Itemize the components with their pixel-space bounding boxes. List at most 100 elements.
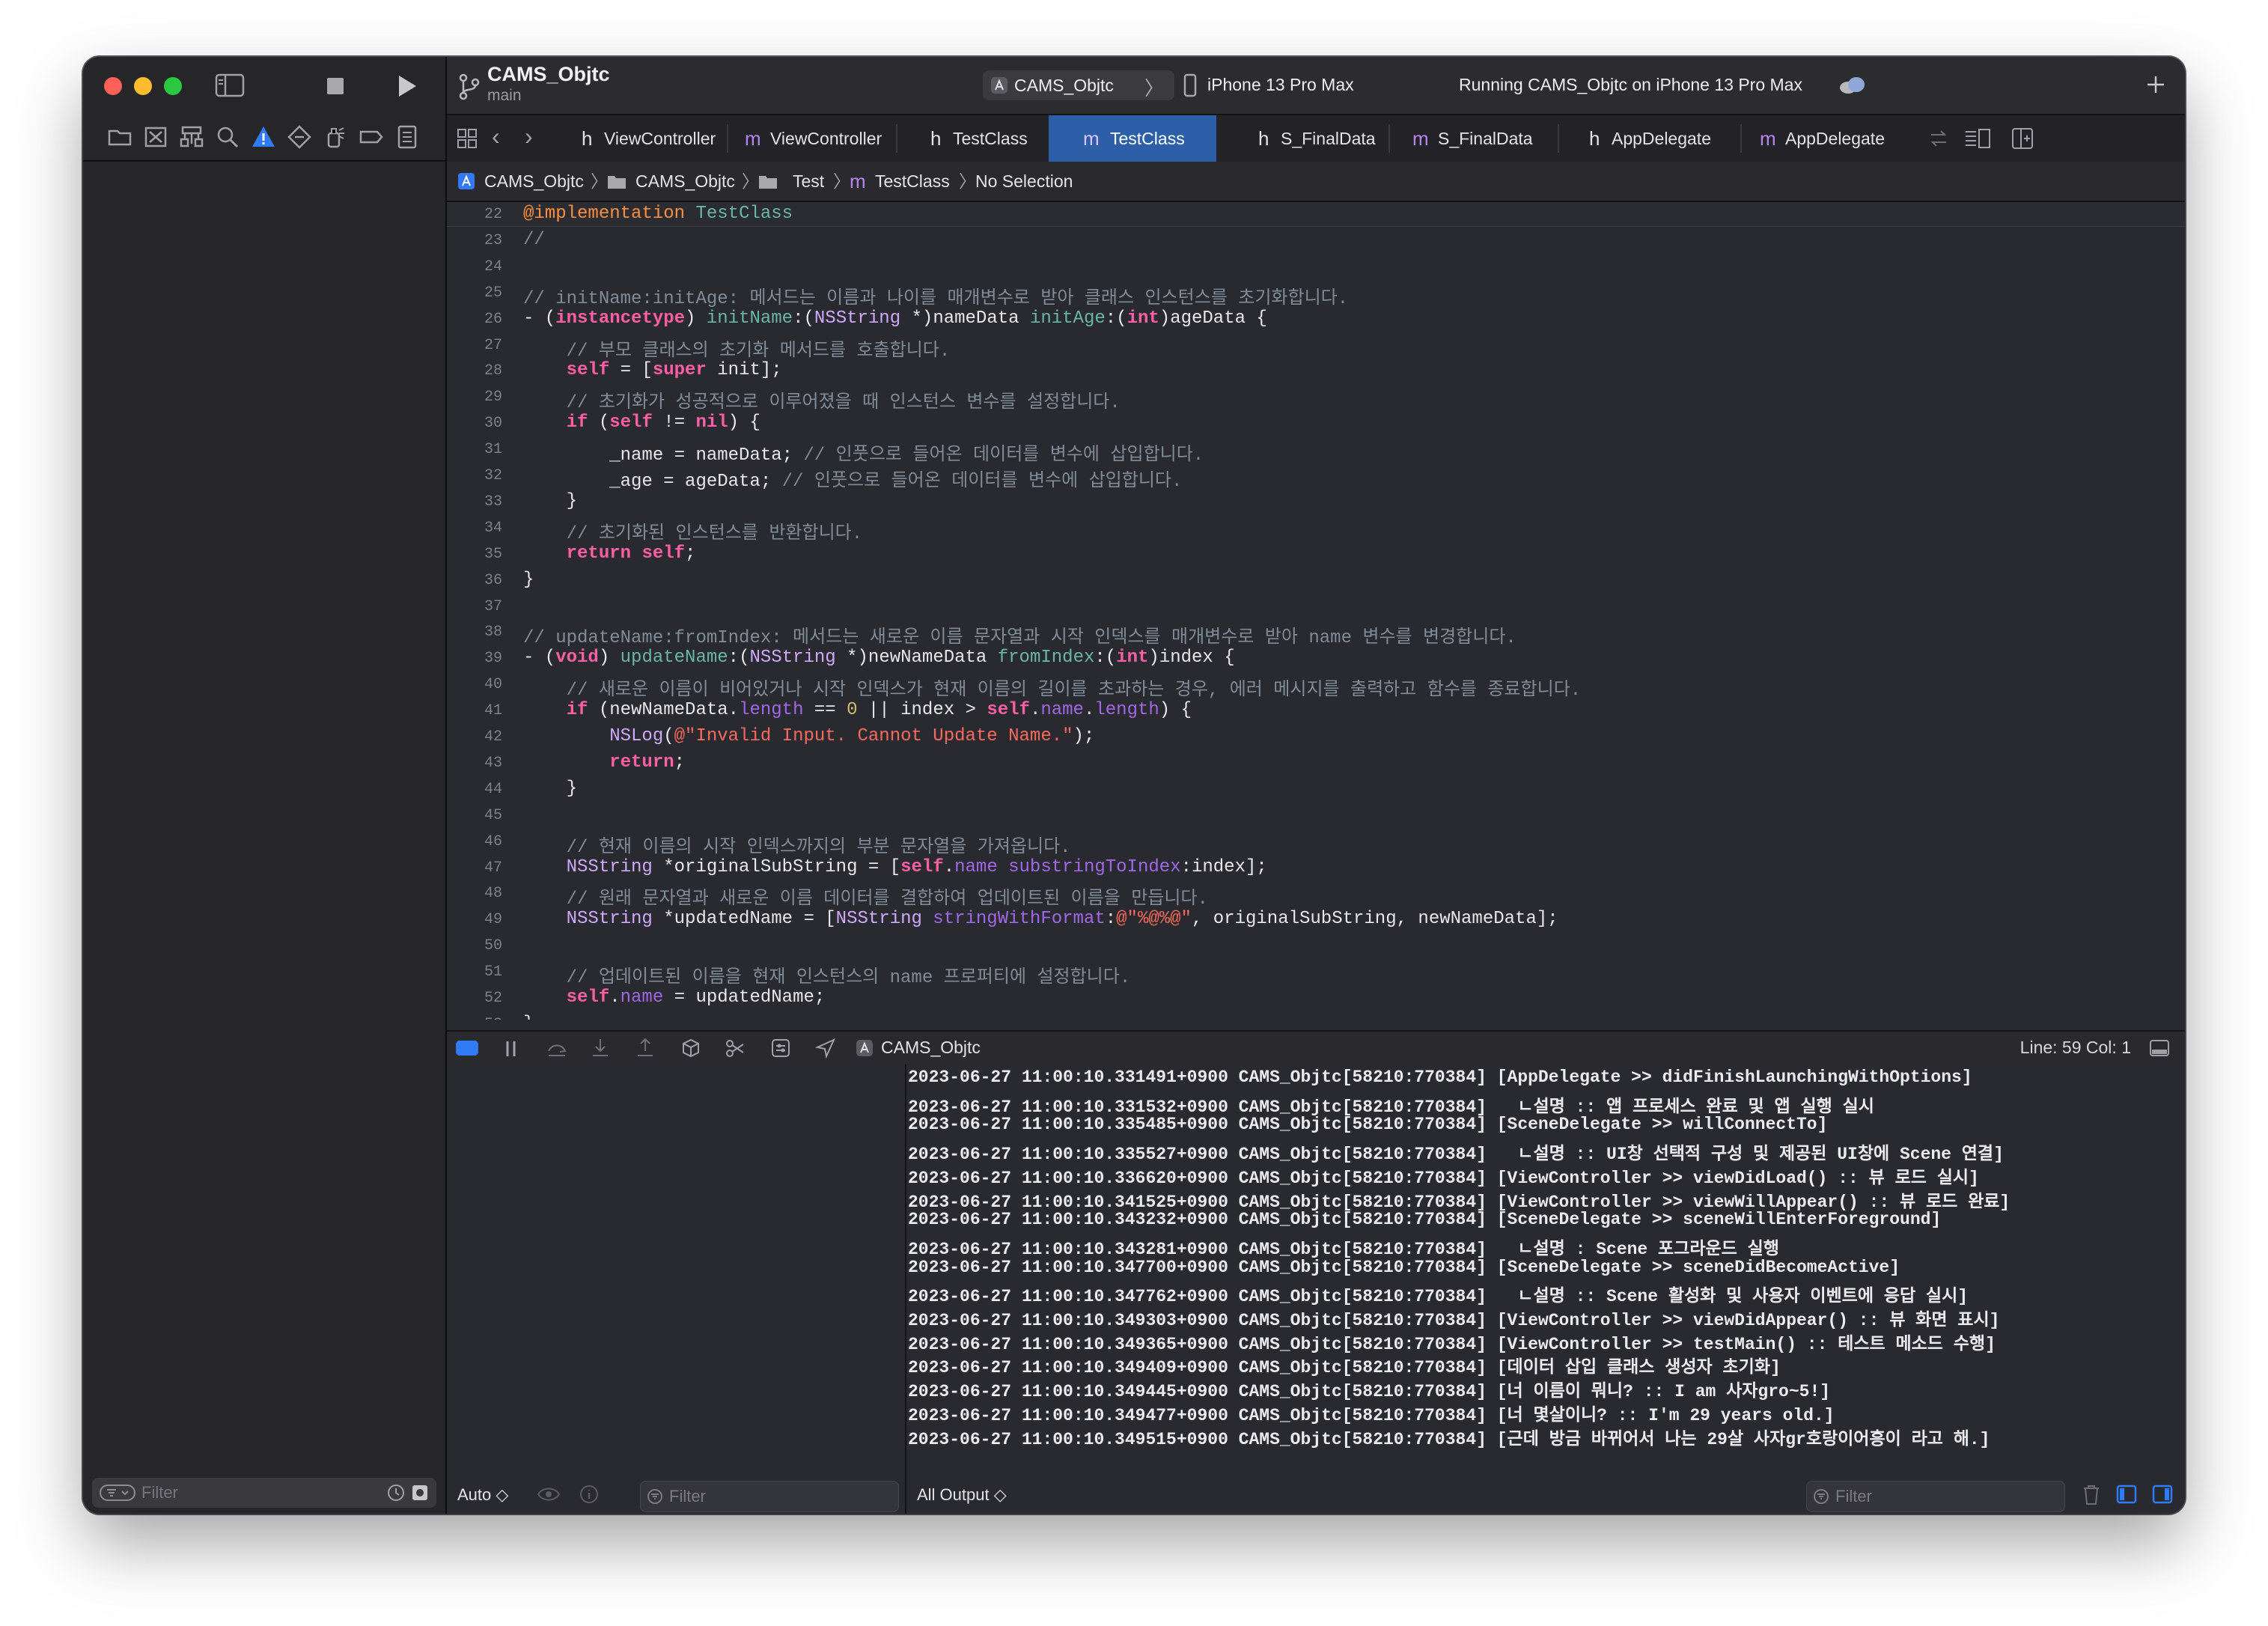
step-out-icon[interactable] <box>635 1038 655 1059</box>
trash-icon[interactable] <box>2082 1484 2101 1506</box>
tab-s-finaldata-h[interactable]: h S_FinalData <box>1218 115 1387 162</box>
step-into-icon[interactable] <box>591 1038 610 1059</box>
code-line[interactable]: _name = nameData; // 인풋으로 들어온 데이터를 변수에 삽… <box>523 439 1204 466</box>
debug-target-name[interactable]: CAMS_Objtc <box>881 1038 981 1058</box>
code-line[interactable]: self = [super init]; <box>523 360 782 380</box>
code-line[interactable]: } <box>523 491 577 511</box>
code-line[interactable]: // initName:initAge: 메서드는 이름과 나이를 매개변수로 … <box>523 282 1348 309</box>
hierarchy-icon[interactable] <box>179 124 204 150</box>
scm-filter-icon[interactable] <box>411 1484 429 1502</box>
info-icon[interactable] <box>579 1484 600 1505</box>
console-filter-field[interactable]: Filter <box>1806 1481 2065 1512</box>
code-line[interactable]: - (void) updateName:(NSString *)newNameD… <box>523 648 1235 668</box>
recent-files-icon[interactable] <box>387 1484 405 1502</box>
variables-scope-selector[interactable]: Auto ◇ <box>457 1485 508 1505</box>
branch-icon <box>459 73 480 100</box>
toggle-console-icon[interactable] <box>2149 1039 2170 1057</box>
code-line[interactable]: @implementation TestClass <box>523 204 793 224</box>
code-line[interactable]: return self; <box>523 543 696 564</box>
debug-spray-icon[interactable] <box>323 124 348 150</box>
tab-appdelegate-m[interactable]: m AppDelegate <box>1742 115 1918 162</box>
scheme-selector[interactable]: CAMS_Objtc 〉 <box>983 70 1174 100</box>
swap-arrows-icon[interactable] <box>1927 127 1950 150</box>
source-editor[interactable]: 22 23 24 25 26 27 28 29 30 31 32 33 34 35 36 37 38 39 40 41… <box>447 202 2185 1020</box>
breadcrumb-project[interactable]: CAMS_Objtc <box>484 162 584 201</box>
code-line[interactable]: if (newNameData.length == 0 || index > s… <box>523 700 1192 720</box>
cloud-status-icon[interactable] <box>1838 75 1868 96</box>
code-line[interactable]: NSString *updatedName = [NSString string… <box>523 909 1558 929</box>
tab-viewcontroller-h[interactable]: h ViewController <box>565 115 725 162</box>
forward-arrow-icon[interactable]: › <box>525 123 533 150</box>
breadcrumb-group[interactable]: CAMS_Objtc <box>635 162 735 201</box>
code-line[interactable]: // updateName:fromIndex: 메서드는 새로운 이름 문자열… <box>523 621 1516 648</box>
search-icon[interactable] <box>215 124 240 150</box>
pause-icon[interactable] <box>504 1039 520 1059</box>
navigator-filter-field[interactable]: Filter <box>92 1478 436 1508</box>
breadcrumb-selection[interactable]: No Selection <box>975 162 1073 201</box>
output-scope-selector[interactable]: All Output ◇ <box>917 1485 1007 1505</box>
project-title[interactable]: CAMS_Objtc <box>487 63 610 86</box>
code-line[interactable]: // 초기화된 인스턴스를 반환합니다. <box>523 517 863 544</box>
code-line[interactable]: // 원래 문자열과 새로운 이름 데이터를 결합하여 업데이트된 이름을 만듭… <box>523 883 1208 910</box>
back-arrow-icon[interactable]: ‹ <box>492 123 500 150</box>
code-line[interactable]: // <box>523 230 545 250</box>
test-diamond-icon[interactable] <box>287 124 312 150</box>
eye-icon[interactable] <box>537 1485 561 1503</box>
breakpoint-icon[interactable] <box>359 124 384 150</box>
stop-icon[interactable] <box>327 78 344 94</box>
add-editor-split-icon[interactable] <box>2011 127 2034 150</box>
tab-testclass-h[interactable]: h TestClass <box>897 115 1047 162</box>
close-window-button[interactable] <box>104 77 122 95</box>
console-view[interactable]: 2023-06-27 11:00:10.331491+0900 CAMS_Obj… <box>906 1065 2185 1514</box>
zoom-window-button[interactable] <box>164 77 182 95</box>
folder-icon[interactable] <box>107 124 132 150</box>
tab-appdelegate-h[interactable]: h AppDelegate <box>1559 115 1739 162</box>
breadcrumb-folder[interactable]: Test <box>793 162 824 201</box>
code-line[interactable]: // 새로운 이름이 비어있거나 시작 인덱스가 현재 이름의 길이를 초과하는… <box>523 674 1582 701</box>
code-line[interactable]: } <box>523 779 577 799</box>
code-line[interactable]: NSString *originalSubString = [self.name… <box>523 857 1267 877</box>
hide-debug-area-button[interactable] <box>456 1041 478 1056</box>
filter-options-icon[interactable] <box>100 1484 135 1502</box>
tab-viewcontroller-m[interactable]: m ViewController <box>728 115 894 162</box>
show-variables-toggle-icon[interactable] <box>2116 1484 2137 1505</box>
code-line[interactable]: // 업데이트된 이름을 현재 인스턴스의 name 프로퍼티에 설정합니다. <box>523 961 1131 988</box>
toggle-navigator-icon[interactable] <box>215 73 245 97</box>
xcode-window: Filter CAMS_Objtc main CAMS_Objtc 〉 iPho… <box>83 57 2185 1514</box>
code-line[interactable]: NSLog(@"Invalid Input. Cannot Update Nam… <box>523 726 1094 746</box>
code-line[interactable]: // 부모 클래스의 초기화 메서드를 호출합니다. <box>523 335 951 362</box>
breadcrumb-file[interactable]: TestClass <box>875 162 950 201</box>
code-line[interactable]: } <box>523 570 534 590</box>
editor-options-icon[interactable] <box>1963 127 1992 150</box>
run-icon[interactable] <box>396 73 418 99</box>
report-icon[interactable] <box>394 124 420 150</box>
tab-label: ViewController <box>770 129 882 148</box>
show-console-toggle-icon[interactable] <box>2152 1484 2173 1505</box>
source-control-icon[interactable] <box>143 124 168 150</box>
memory-graph-icon[interactable] <box>725 1038 746 1059</box>
code-line[interactable]: - (instancetype) initName:(NSString *)na… <box>523 308 1267 329</box>
code-line[interactable]: self.name = updatedName; <box>523 987 826 1008</box>
code-line[interactable]: } <box>523 1014 534 1020</box>
line-number: 50 <box>484 937 502 955</box>
tab-testclass-m[interactable]: m TestClass <box>1049 115 1216 162</box>
device-name[interactable]: iPhone 13 Pro Max <box>1207 75 1354 95</box>
code-line[interactable]: // 현재 이름의 시작 인덱스까지의 부분 문자열을 가져옵니다. <box>523 831 1071 858</box>
environment-overrides-icon[interactable] <box>770 1038 791 1059</box>
issue-warning-icon[interactable] <box>251 124 276 150</box>
code-line[interactable]: // 초기화가 성공적으로 이루어졌을 때 인스턴스 변수를 설정합니다. <box>523 386 1121 413</box>
add-plus-icon[interactable] <box>2144 73 2167 96</box>
variables-view[interactable]: Auto ◇ Filter <box>447 1065 906 1514</box>
grid-related-items-icon[interactable] <box>456 127 478 150</box>
variables-filter-bar: Auto ◇ Filter <box>447 1475 905 1514</box>
step-over-icon[interactable] <box>546 1039 568 1059</box>
debug-view-hierarchy-icon[interactable] <box>680 1038 701 1059</box>
line-number: 28 <box>484 362 502 380</box>
code-line[interactable]: _age = ageData; // 인풋으로 들어온 데이터를 변수에 삽입합… <box>523 465 1182 492</box>
simulate-location-icon[interactable] <box>815 1038 836 1059</box>
code-line[interactable]: if (self != nil) { <box>523 412 760 433</box>
tab-s-finaldata-m[interactable]: m S_FinalData <box>1390 115 1556 162</box>
code-line[interactable]: return; <box>523 752 685 773</box>
minimize-window-button[interactable] <box>134 77 152 95</box>
variables-filter-field[interactable]: Filter <box>640 1481 899 1512</box>
